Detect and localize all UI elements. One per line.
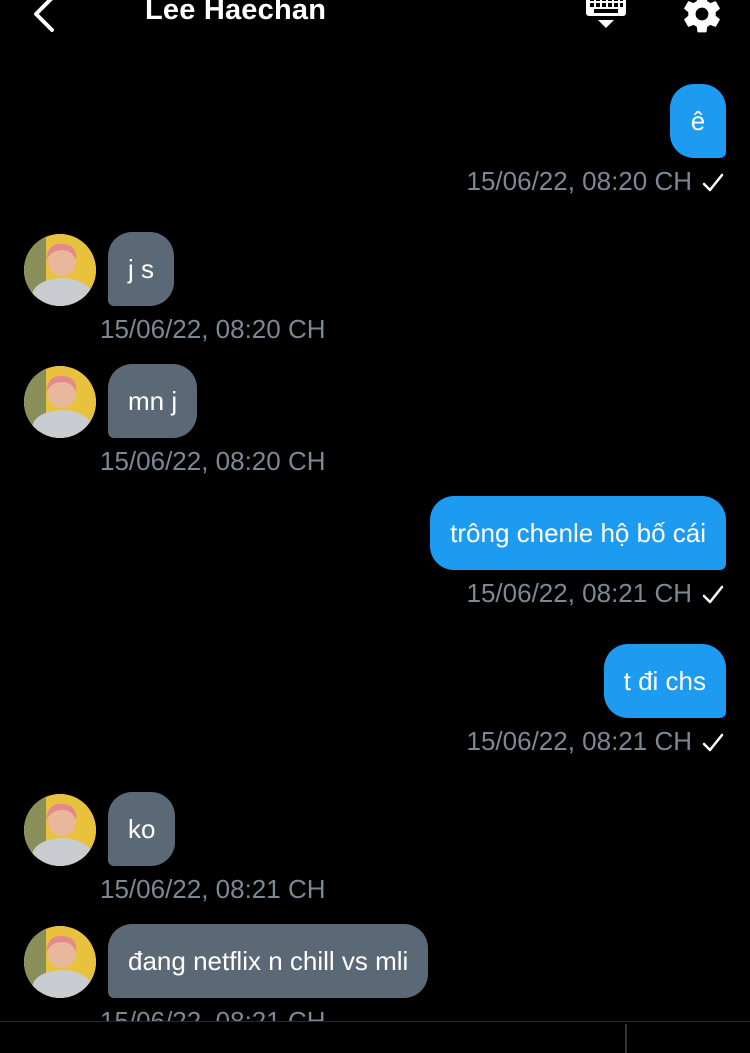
gear-icon bbox=[684, 0, 720, 33]
outgoing-message-bubble[interactable]: trông chenle hộ bố cái bbox=[430, 496, 726, 570]
avatar-photo-icon bbox=[24, 366, 96, 438]
message-timestamp: 15/06/22, 08:21 CH bbox=[100, 874, 326, 904]
avatar[interactable] bbox=[24, 926, 96, 998]
message-text: trông chenle hộ bố cái bbox=[450, 518, 706, 548]
incoming-message-bubble[interactable]: ko bbox=[108, 792, 176, 866]
message-text: ko bbox=[128, 814, 156, 844]
outgoing-message-bubble[interactable]: ê bbox=[670, 84, 726, 158]
incoming-message-bubble[interactable]: đang netflix n chill vs mli bbox=[108, 924, 429, 998]
avatar[interactable] bbox=[24, 794, 96, 866]
avatar-photo-icon bbox=[24, 234, 96, 306]
message-composer[interactable] bbox=[0, 1021, 750, 1053]
message-text: đang netflix n chill vs mli bbox=[128, 946, 409, 976]
keyboard-button[interactable] bbox=[582, 0, 630, 38]
incoming-message-bubble[interactable]: mn j bbox=[108, 364, 198, 438]
back-button[interactable] bbox=[26, 0, 66, 34]
message-text: ê bbox=[690, 106, 706, 136]
chat-screen: Lee Haechan ê 15/06/22, 08:20 CH j s 15/… bbox=[0, 0, 750, 1053]
checkmark-icon bbox=[702, 173, 724, 192]
message-timestamp: 15/06/22, 08:21 CH bbox=[467, 726, 725, 757]
composer-divider bbox=[625, 1024, 627, 1053]
message-text: t đi chs bbox=[623, 666, 706, 696]
outgoing-message-bubble[interactable]: t đi chs bbox=[603, 644, 726, 718]
chat-header: Lee Haechan bbox=[0, 0, 750, 40]
message-timestamp: 15/06/22, 08:20 CH bbox=[100, 314, 326, 344]
avatar[interactable] bbox=[24, 366, 96, 438]
avatar[interactable] bbox=[24, 234, 96, 306]
page-title: Lee Haechan bbox=[145, 0, 327, 26]
incoming-message-bubble[interactable]: j s bbox=[108, 232, 174, 306]
checkmark-icon bbox=[702, 585, 724, 604]
chevron-left-icon bbox=[34, 0, 54, 32]
keyboard-icon bbox=[586, 0, 626, 28]
message-timestamp: 15/06/22, 08:20 CH bbox=[100, 446, 326, 476]
avatar-photo-icon bbox=[24, 926, 96, 998]
message-timestamp: 15/06/22, 08:20 CH bbox=[467, 166, 725, 197]
checkmark-icon bbox=[702, 733, 724, 752]
avatar-photo-icon bbox=[24, 794, 96, 866]
message-text: mn j bbox=[128, 386, 178, 416]
message-timestamp: 15/06/22, 08:21 CH bbox=[467, 578, 725, 609]
settings-button[interactable] bbox=[680, 0, 724, 36]
message-text: j s bbox=[128, 254, 154, 284]
